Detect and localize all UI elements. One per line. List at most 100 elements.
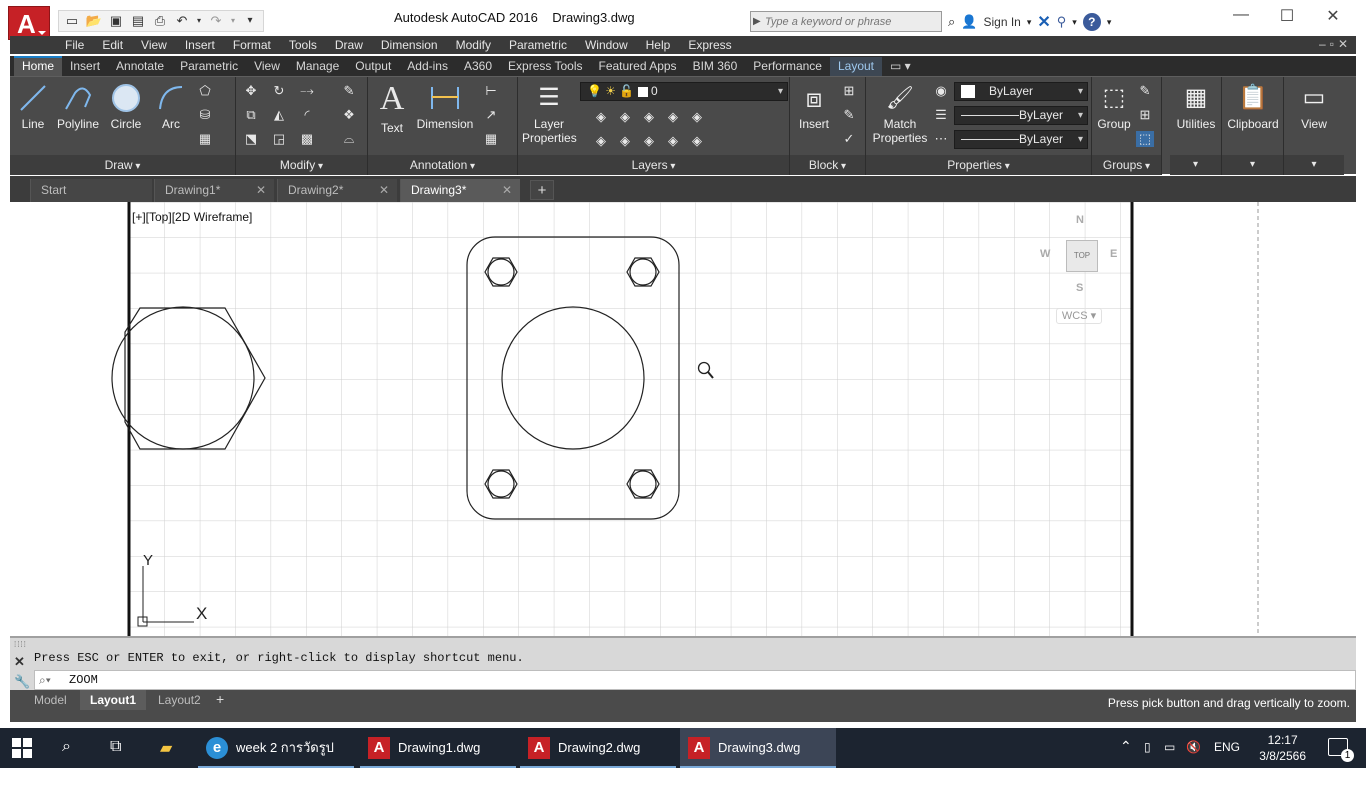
annotation-panel-title[interactable]: Annotation [368, 155, 517, 175]
draw-panel-title[interactable]: Draw [10, 155, 235, 175]
offset-icon[interactable]: ⌓ [340, 131, 358, 147]
linetype-dropdown[interactable]: ByLayer [954, 130, 1088, 149]
text-button[interactable]: A Text [374, 81, 410, 136]
menu-view[interactable]: View [132, 38, 176, 52]
tab-output[interactable]: Output [347, 57, 399, 76]
edit-block-icon[interactable]: ✎ [840, 107, 858, 123]
gradient-icon[interactable]: ▦ [196, 131, 214, 147]
polyline-button[interactable]: Polyline [54, 83, 102, 131]
undo-icon[interactable]: ↶ [173, 13, 191, 29]
tab-a360[interactable]: A360 [456, 57, 500, 76]
viewcube-east[interactable]: E [1110, 248, 1117, 260]
stretch-icon[interactable]: ⬔ [242, 131, 260, 147]
tab-home[interactable]: Home [14, 56, 63, 76]
task-view-icon[interactable]: ⧉ [110, 738, 121, 756]
menu-file[interactable]: File [56, 38, 93, 52]
leader-icon[interactable]: ↗ [482, 107, 500, 123]
linear-dimension-icon[interactable]: ⊢ [482, 83, 500, 99]
language-indicator[interactable]: ENG [1214, 740, 1240, 754]
layer-tool-3-icon[interactable]: ◈ [640, 109, 658, 125]
viewport-controls-label[interactable]: [+][Top][2D Wireframe] [132, 210, 252, 224]
tab-manage[interactable]: Manage [288, 57, 347, 76]
undo-dropdown-icon[interactable]: ▾ [195, 13, 203, 29]
user-icon[interactable]: 👤 [961, 14, 977, 30]
circle-button[interactable]: Circle [108, 83, 144, 131]
line-button[interactable]: Line [18, 83, 48, 131]
autodesk-360-icon[interactable]: ⚲ [1057, 14, 1067, 30]
binoculars-icon[interactable]: ⌕ [948, 14, 955, 30]
help-icon[interactable]: ? [1082, 13, 1101, 31]
maximize-icon[interactable]: ☐ [1264, 6, 1310, 26]
close-icon[interactable]: ✕ [1310, 6, 1356, 26]
a360-dropdown-icon[interactable]: ▾ [1072, 17, 1077, 28]
layer-tool-7-icon[interactable]: ◈ [616, 133, 634, 149]
tab-layout[interactable]: Layout [829, 57, 882, 76]
sign-in-dropdown-icon[interactable]: ▾ [1027, 17, 1032, 28]
new-file-icon[interactable]: ▭ [63, 13, 81, 29]
taskbar-item-drawing1[interactable]: A Drawing1.dwg [360, 728, 516, 768]
menu-help[interactable]: Help [637, 38, 680, 52]
array-icon[interactable]: ▩ [298, 131, 316, 147]
layer-tool-2-icon[interactable]: ◈ [616, 109, 634, 125]
layer-tool-9-icon[interactable]: ◈ [664, 133, 682, 149]
table-icon[interactable]: ▦ [482, 131, 500, 147]
ungroup-icon[interactable]: ✎ [1136, 83, 1154, 99]
mirror-icon[interactable]: ◭ [270, 107, 288, 123]
menu-modify[interactable]: Modify [447, 38, 500, 52]
layer-tool-4-icon[interactable]: ◈ [664, 109, 682, 125]
tab-featured-apps[interactable]: Featured Apps [591, 57, 685, 76]
properties-panel-title[interactable]: Properties [866, 155, 1091, 175]
help-dropdown-icon[interactable]: ▾ [1107, 17, 1112, 28]
viewcube-north[interactable]: N [1076, 214, 1084, 226]
scale-icon[interactable]: ◲ [270, 131, 288, 147]
save-icon[interactable]: ▣ [107, 13, 125, 29]
application-menu-button[interactable]: A [8, 6, 50, 40]
explode-icon[interactable]: ❖ [340, 107, 358, 123]
clock[interactable]: 12:17 3/8/2566 [1259, 732, 1306, 764]
menu-insert[interactable]: Insert [176, 38, 224, 52]
viewcube-west[interactable]: W [1040, 248, 1050, 260]
view-button[interactable]: ▭ View [1288, 83, 1340, 131]
layers-panel-title[interactable]: Layers [518, 155, 789, 175]
file-tab-drawing1[interactable]: Drawing1* ✕ [154, 179, 274, 202]
menu-tools[interactable]: Tools [280, 38, 326, 52]
dimension-button[interactable]: Dimension [414, 83, 476, 131]
menu-express[interactable]: Express [679, 38, 740, 52]
command-line-close-icon[interactable]: ✕ [14, 654, 25, 670]
group-selection-icon[interactable]: ⬚ [1136, 131, 1154, 147]
open-file-icon[interactable]: 📂 [85, 13, 103, 29]
color-dropdown[interactable]: ByLayer [954, 82, 1088, 101]
tab-view[interactable]: View [246, 57, 288, 76]
exchange-apps-icon[interactable]: ✕ [1037, 12, 1050, 32]
menu-draw[interactable]: Draw [326, 38, 372, 52]
match-properties-button[interactable]: 🖌 Match Properties [872, 83, 928, 145]
windows-start-icon[interactable] [10, 736, 34, 760]
create-block-icon[interactable]: ⊞ [840, 83, 858, 99]
recent-commands-icon[interactable]: ⌕▾ [39, 673, 51, 688]
redo-icon[interactable]: ↷ [207, 13, 225, 29]
menu-parametric[interactable]: Parametric [500, 38, 576, 52]
volume-muted-icon[interactable]: 🔇 [1186, 740, 1201, 754]
layer-tool-8-icon[interactable]: ◈ [640, 133, 658, 149]
drawing-canvas[interactable]: Y X [+][Top][2D Wireframe] N W TOP E S W… [10, 202, 1356, 636]
view-panel-dropdown[interactable] [1284, 155, 1344, 175]
move-icon[interactable]: ✥ [242, 83, 260, 99]
layer-dropdown[interactable]: 💡 ☀ 🔓 0 [580, 82, 788, 101]
lineweight-dropdown[interactable]: ByLayer [954, 106, 1088, 125]
close-tab-icon[interactable]: ✕ [256, 179, 266, 201]
add-layout-icon[interactable]: + [216, 691, 224, 707]
layer-tool-5-icon[interactable]: ◈ [688, 109, 706, 125]
sign-in-button[interactable]: Sign In [983, 15, 1020, 29]
arc-button[interactable]: Arc [156, 83, 186, 131]
layer-tool-10-icon[interactable]: ◈ [688, 133, 706, 149]
utilities-button[interactable]: ▦ Utilities [1170, 83, 1222, 131]
block-panel-title[interactable]: Block [790, 155, 865, 175]
viewcube-top-face[interactable]: TOP [1066, 240, 1098, 272]
layout-tab-layout2[interactable]: Layout2 [148, 690, 211, 710]
modify-panel-title[interactable]: Modify [236, 155, 367, 175]
groups-panel-title[interactable]: Groups [1092, 155, 1161, 175]
redo-dropdown-icon[interactable]: ▾ [229, 13, 237, 29]
menu-edit[interactable]: Edit [93, 38, 132, 52]
file-tab-drawing3[interactable]: Drawing3* ✕ [400, 179, 520, 202]
network-icon[interactable]: ▭ [1164, 740, 1175, 754]
